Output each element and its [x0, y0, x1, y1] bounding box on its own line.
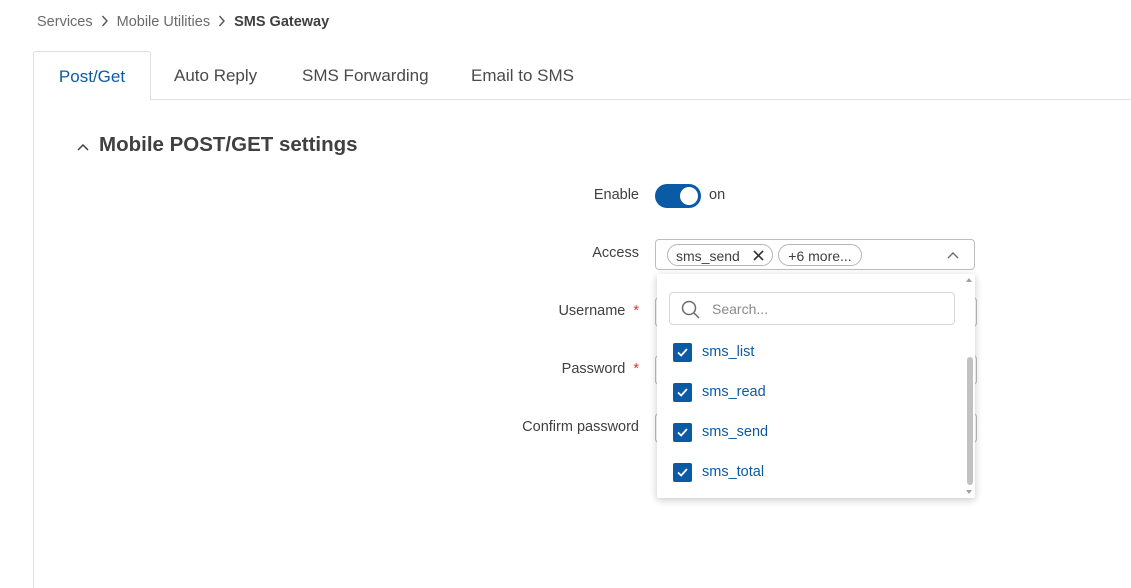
- tab-email-to-sms[interactable]: Email to SMS: [471, 51, 574, 99]
- checkbox-checked[interactable]: [673, 462, 692, 482]
- search-icon: [681, 300, 700, 319]
- chevron-up-icon: [75, 137, 91, 153]
- dropdown-option-sms-total[interactable]: sms_total: [673, 462, 764, 482]
- dropdown-scrollbar[interactable]: [967, 357, 973, 485]
- access-chip: sms_send: [667, 244, 773, 266]
- search-input[interactable]: [710, 298, 944, 320]
- enable-state-text: on: [709, 187, 726, 203]
- tab-post-get[interactable]: Post/Get: [33, 51, 151, 101]
- password-label-text: Password: [561, 361, 626, 377]
- confirm-password-label: Confirm password: [522, 419, 639, 435]
- access-more-chip[interactable]: +6 more...: [778, 244, 862, 266]
- access-multiselect[interactable]: sms_send +6 more...: [655, 239, 975, 270]
- scroll-down-arrow-icon[interactable]: [966, 490, 972, 494]
- username-label: Username *: [558, 303, 639, 319]
- enable-toggle[interactable]: [655, 184, 701, 208]
- breadcrumb-current: SMS Gateway: [234, 14, 330, 30]
- chevron-right-icon: [101, 15, 109, 30]
- dropdown-search[interactable]: [669, 292, 955, 325]
- toggle-knob: [680, 187, 698, 205]
- option-label: sms_total: [702, 464, 765, 480]
- checkbox-checked[interactable]: [673, 342, 692, 362]
- access-label: Access: [592, 245, 639, 261]
- tab-sms-forwarding[interactable]: SMS Forwarding: [302, 51, 429, 99]
- close-icon[interactable]: [753, 245, 764, 268]
- breadcrumb-item-services[interactable]: Services: [37, 14, 93, 30]
- username-label-text: Username: [558, 303, 626, 319]
- required-mark: *: [633, 361, 639, 377]
- chip-label: sms_send: [676, 248, 740, 264]
- section-title: Mobile POST/GET settings: [99, 133, 358, 156]
- option-label: sms_read: [702, 384, 766, 400]
- section-header[interactable]: Mobile POST/GET settings: [75, 133, 358, 157]
- tab-auto-reply[interactable]: Auto Reply: [174, 51, 257, 99]
- chevron-up-icon[interactable]: [946, 249, 960, 261]
- checkbox-checked[interactable]: [673, 382, 692, 402]
- required-mark: *: [633, 303, 639, 319]
- chevron-right-icon: [218, 15, 226, 30]
- option-label: sms_send: [702, 424, 769, 440]
- dropdown-option-sms-read[interactable]: sms_read: [673, 382, 766, 402]
- tab-bar: Post/Get Auto Reply SMS Forwarding Email…: [33, 51, 1131, 101]
- password-label: Password *: [562, 361, 639, 377]
- scroll-up-arrow-icon[interactable]: [966, 278, 972, 282]
- checkbox-checked[interactable]: [673, 422, 692, 442]
- enable-label: Enable: [593, 187, 639, 203]
- breadcrumb: Services Mobile Utilities SMS Gateway: [37, 14, 329, 30]
- access-dropdown: sms_list sms_read sms_send sms_total: [657, 274, 975, 498]
- dropdown-option-sms-send[interactable]: sms_send: [673, 422, 768, 442]
- breadcrumb-item-mobile-utilities[interactable]: Mobile Utilities: [117, 14, 210, 30]
- dropdown-option-sms-list[interactable]: sms_list: [673, 342, 754, 362]
- option-label: sms_list: [702, 344, 755, 360]
